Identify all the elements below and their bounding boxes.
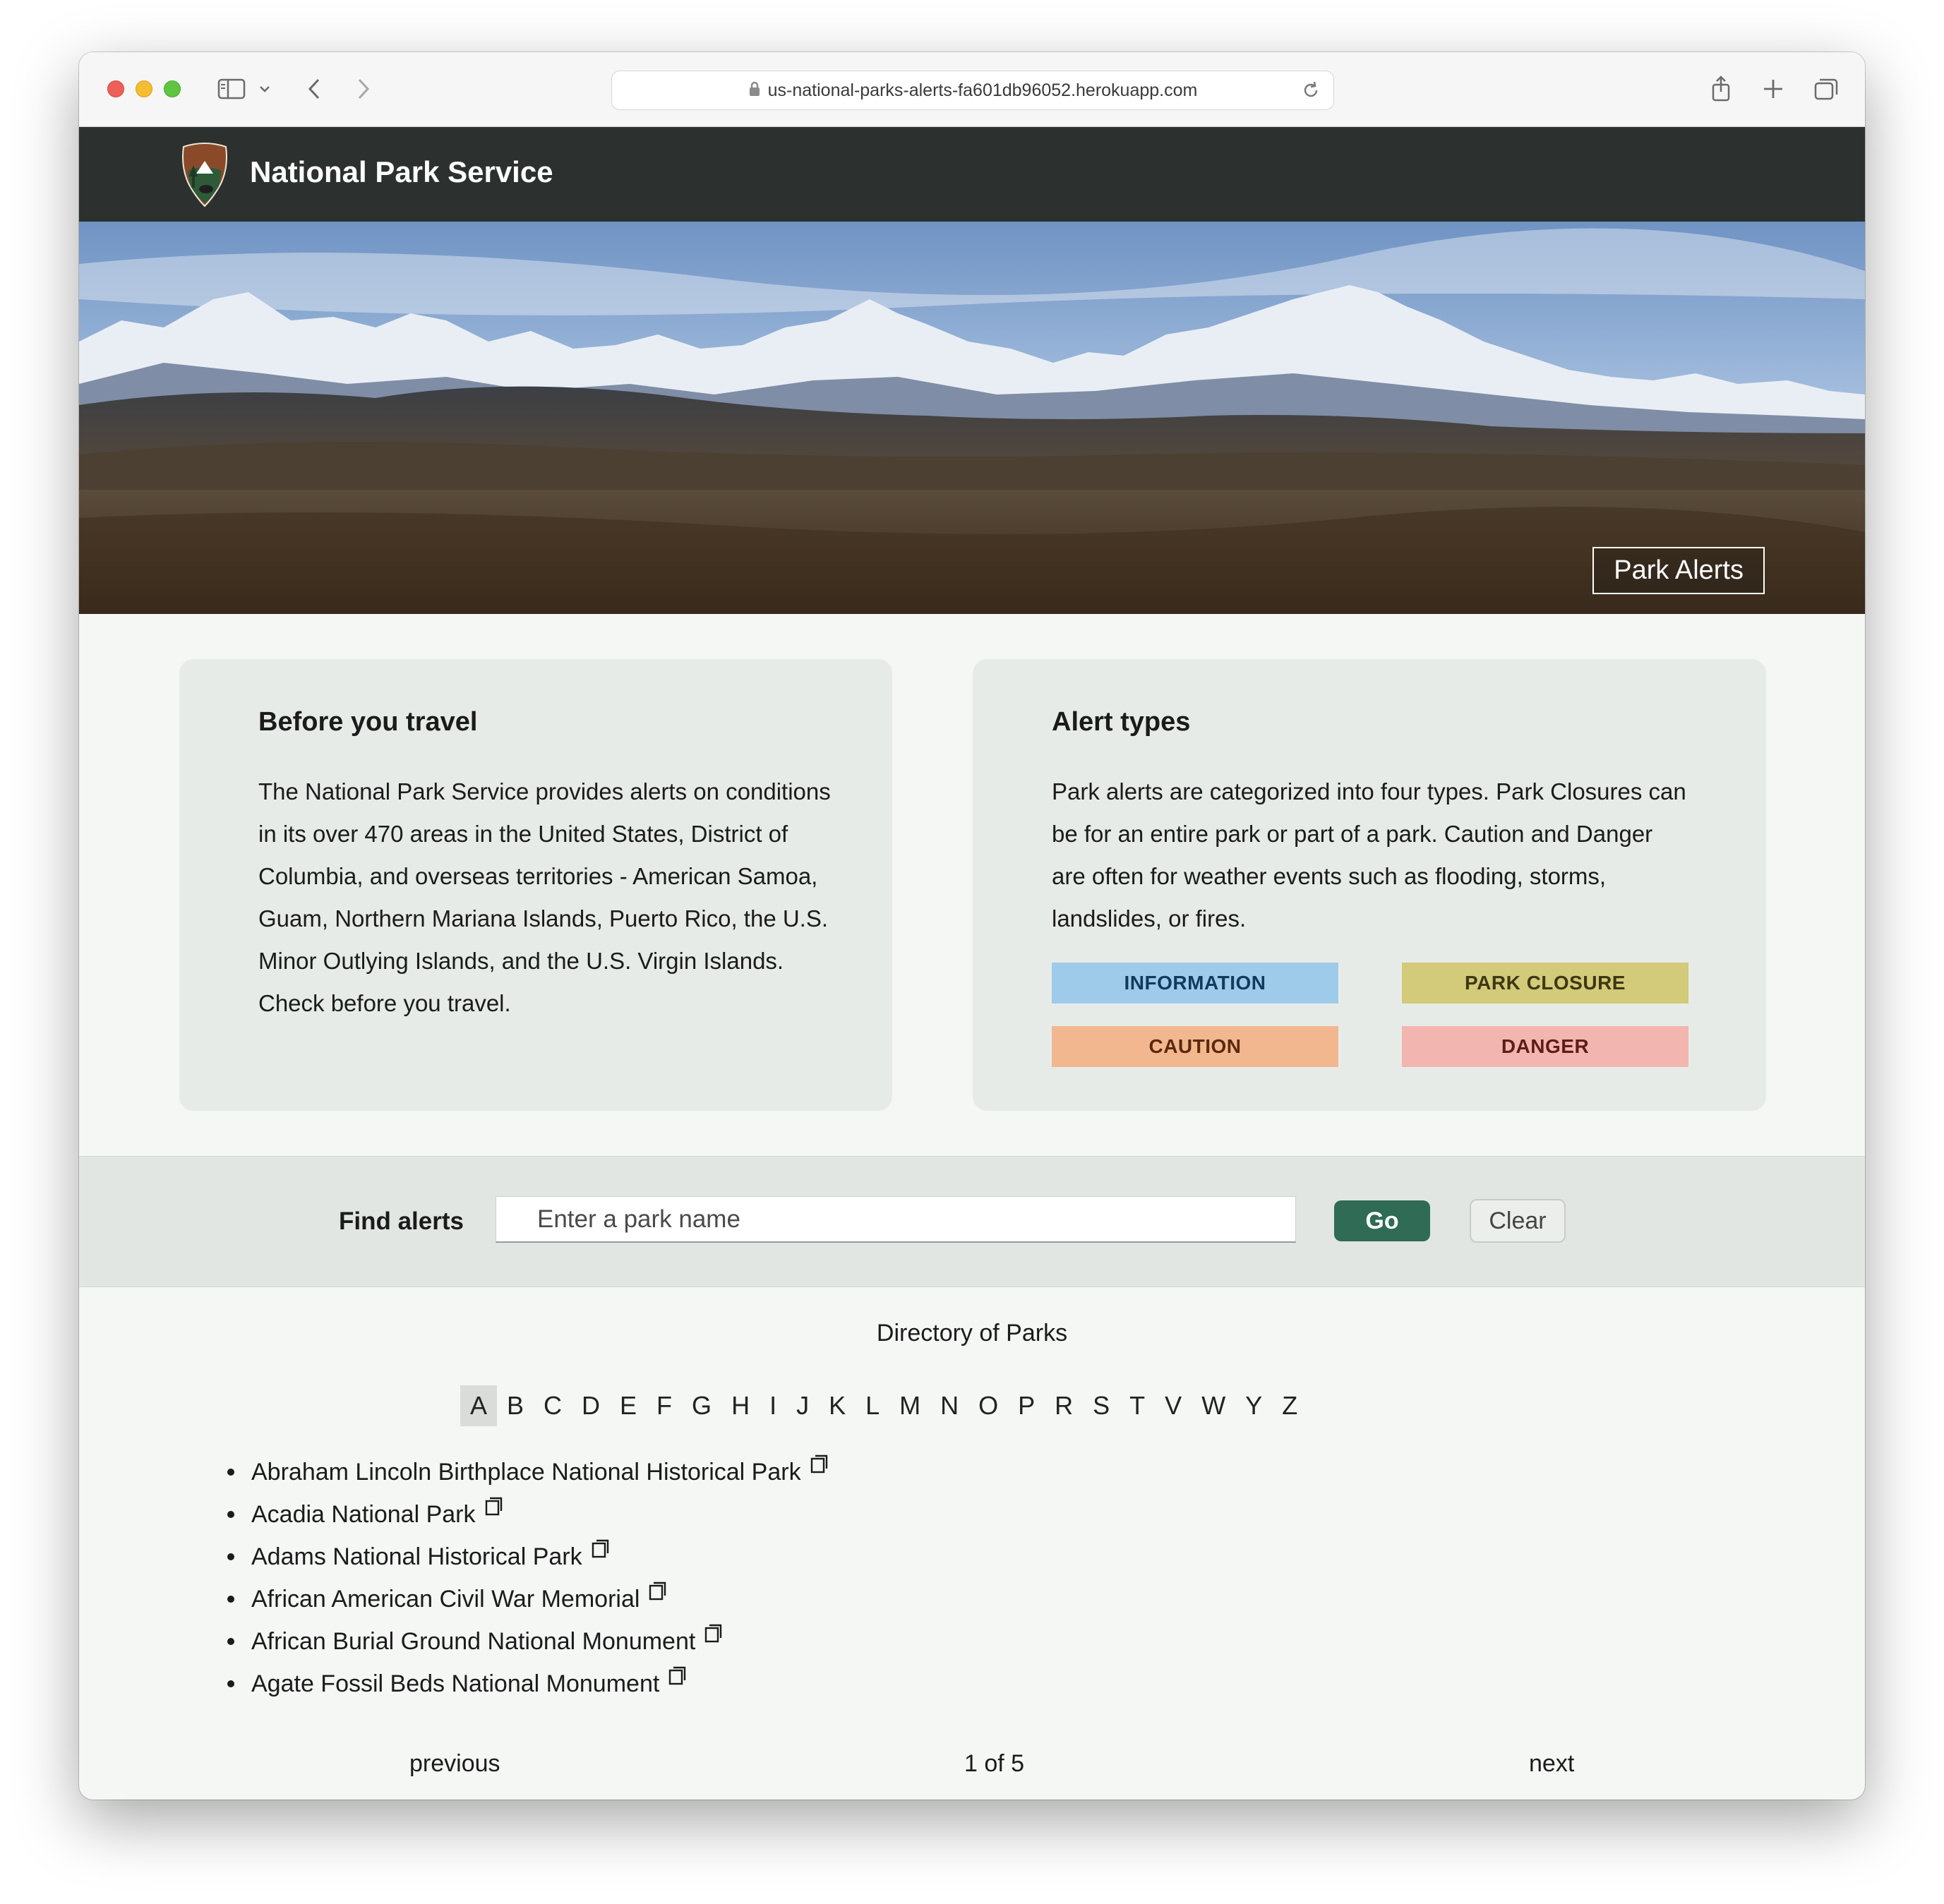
park-link[interactable]: Agate Fossil Beds National Monument <box>251 1663 659 1705</box>
letter-p[interactable]: P <box>1008 1385 1045 1426</box>
letter-d[interactable]: D <box>572 1385 610 1426</box>
letter-e[interactable]: E <box>610 1385 647 1426</box>
minimize-window-button[interactable] <box>136 80 152 97</box>
lock-icon <box>748 81 761 100</box>
letter-b[interactable]: B <box>497 1385 534 1426</box>
letter-y[interactable]: Y <box>1235 1385 1272 1426</box>
alert-type-caution: CAUTION <box>1052 1026 1338 1067</box>
letter-f[interactable]: F <box>647 1385 682 1426</box>
list-item: African Burial Ground National Monument <box>227 1620 829 1663</box>
nps-arrowhead-logo[interactable] <box>178 140 232 211</box>
site-header: National Park Service <box>79 127 1865 222</box>
alert-type-park-closure: PARK CLOSURE <box>1402 963 1688 1004</box>
share-icon[interactable] <box>1710 71 1732 107</box>
copy-icon[interactable] <box>648 1572 668 1615</box>
alert-type-danger: DANGER <box>1402 1026 1688 1067</box>
close-window-button[interactable] <box>107 80 124 97</box>
find-alerts-bar: Find alerts Go Clear <box>79 1156 1865 1287</box>
copy-icon[interactable] <box>484 1488 504 1530</box>
back-arrow-icon[interactable] <box>306 71 322 107</box>
letter-a[interactable]: A <box>460 1385 498 1426</box>
sidebar-toggle-icon[interactable] <box>217 71 246 107</box>
letter-j[interactable]: J <box>786 1385 819 1426</box>
park-search-input[interactable] <box>496 1196 1296 1243</box>
directory-title: Directory of Parks <box>876 1320 1068 1346</box>
list-item: Acadia National Park <box>227 1493 829 1536</box>
copy-icon[interactable] <box>668 1657 688 1699</box>
alphabet-filter: A B C D E F G H I J K L M N O P R S T V … <box>460 1385 1307 1427</box>
find-alerts-label: Find alerts <box>339 1207 464 1235</box>
letter-k[interactable]: K <box>819 1385 856 1426</box>
url-text: us-national-parks-alerts-fa601db96052.he… <box>767 80 1198 100</box>
park-link[interactable]: Adams National Historical Park <box>251 1536 582 1578</box>
list-item: Agate Fossil Beds National Monument <box>227 1663 829 1705</box>
letter-c[interactable]: C <box>534 1385 572 1426</box>
site-title[interactable]: National Park Service <box>250 155 553 189</box>
list-item: African American Civil War Memorial <box>227 1578 829 1620</box>
previous-page-link[interactable]: previous <box>409 1750 500 1778</box>
new-tab-plus-icon[interactable] <box>1762 71 1784 107</box>
letter-o[interactable]: O <box>968 1385 1008 1426</box>
browser-toolbar: us-national-parks-alerts-fa601db96052.he… <box>79 52 1865 127</box>
bullet <box>227 1511 234 1518</box>
letter-l[interactable]: L <box>856 1385 889 1426</box>
letter-n[interactable]: N <box>930 1385 968 1426</box>
letter-i[interactable]: I <box>760 1385 786 1426</box>
alert-types-card: Alert types Park alerts are categorized … <box>973 659 1766 1111</box>
before-travel-text: The National Park Service provides alert… <box>258 778 831 1016</box>
alert-type-information: INFORMATION <box>1052 963 1338 1004</box>
before-travel-card: Before you travel The National Park Serv… <box>179 659 892 1111</box>
copy-icon[interactable] <box>704 1615 724 1657</box>
park-link[interactable]: African American Civil War Memorial <box>251 1578 640 1620</box>
alert-types-title: Alert types <box>1052 707 1191 737</box>
copy-icon[interactable] <box>810 1445 829 1488</box>
before-travel-title: Before you travel <box>258 707 478 737</box>
go-button[interactable]: Go <box>1334 1200 1430 1241</box>
letter-r[interactable]: R <box>1045 1385 1083 1426</box>
chevron-down-icon[interactable] <box>258 71 271 107</box>
park-link[interactable]: African Burial Ground National Monument <box>251 1620 695 1663</box>
bullet <box>227 1680 234 1687</box>
park-alerts-badge: Park Alerts <box>1592 547 1765 594</box>
clear-button[interactable]: Clear <box>1470 1199 1566 1243</box>
park-link[interactable]: Acadia National Park <box>251 1493 476 1536</box>
letter-w[interactable]: W <box>1192 1385 1235 1426</box>
letter-z[interactable]: Z <box>1272 1385 1307 1426</box>
park-link[interactable]: Abraham Lincoln Birthplace National Hist… <box>251 1451 801 1493</box>
tab-overview-icon[interactable] <box>1813 71 1840 107</box>
letter-v[interactable]: V <box>1155 1385 1192 1426</box>
park-list: Abraham Lincoln Birthplace National Hist… <box>227 1451 829 1705</box>
bullet <box>227 1638 234 1645</box>
alert-types-text: Park alerts are categorized into four ty… <box>1052 778 1686 932</box>
next-page-link[interactable]: next <box>1529 1750 1574 1778</box>
page-indicator: 1 of 5 <box>964 1750 1025 1777</box>
letter-s[interactable]: S <box>1083 1385 1120 1426</box>
list-item: Abraham Lincoln Birthplace National Hist… <box>227 1451 829 1493</box>
hero-banner: Park Alerts <box>79 222 1865 614</box>
forward-arrow-icon[interactable] <box>356 71 371 107</box>
address-bar[interactable]: us-national-parks-alerts-fa601db96052.he… <box>611 71 1334 110</box>
bullet <box>227 1553 234 1560</box>
letter-h[interactable]: H <box>721 1385 760 1426</box>
zoom-window-button[interactable] <box>164 80 181 97</box>
list-item: Adams National Historical Park <box>227 1536 829 1578</box>
bullet <box>227 1469 234 1476</box>
reload-icon[interactable] <box>1301 80 1321 104</box>
bullet <box>227 1596 234 1603</box>
browser-window: us-national-parks-alerts-fa601db96052.he… <box>79 52 1865 1800</box>
letter-g[interactable]: G <box>682 1385 721 1426</box>
letter-t[interactable]: T <box>1120 1385 1155 1426</box>
letter-m[interactable]: M <box>889 1385 930 1426</box>
copy-icon[interactable] <box>591 1530 611 1572</box>
